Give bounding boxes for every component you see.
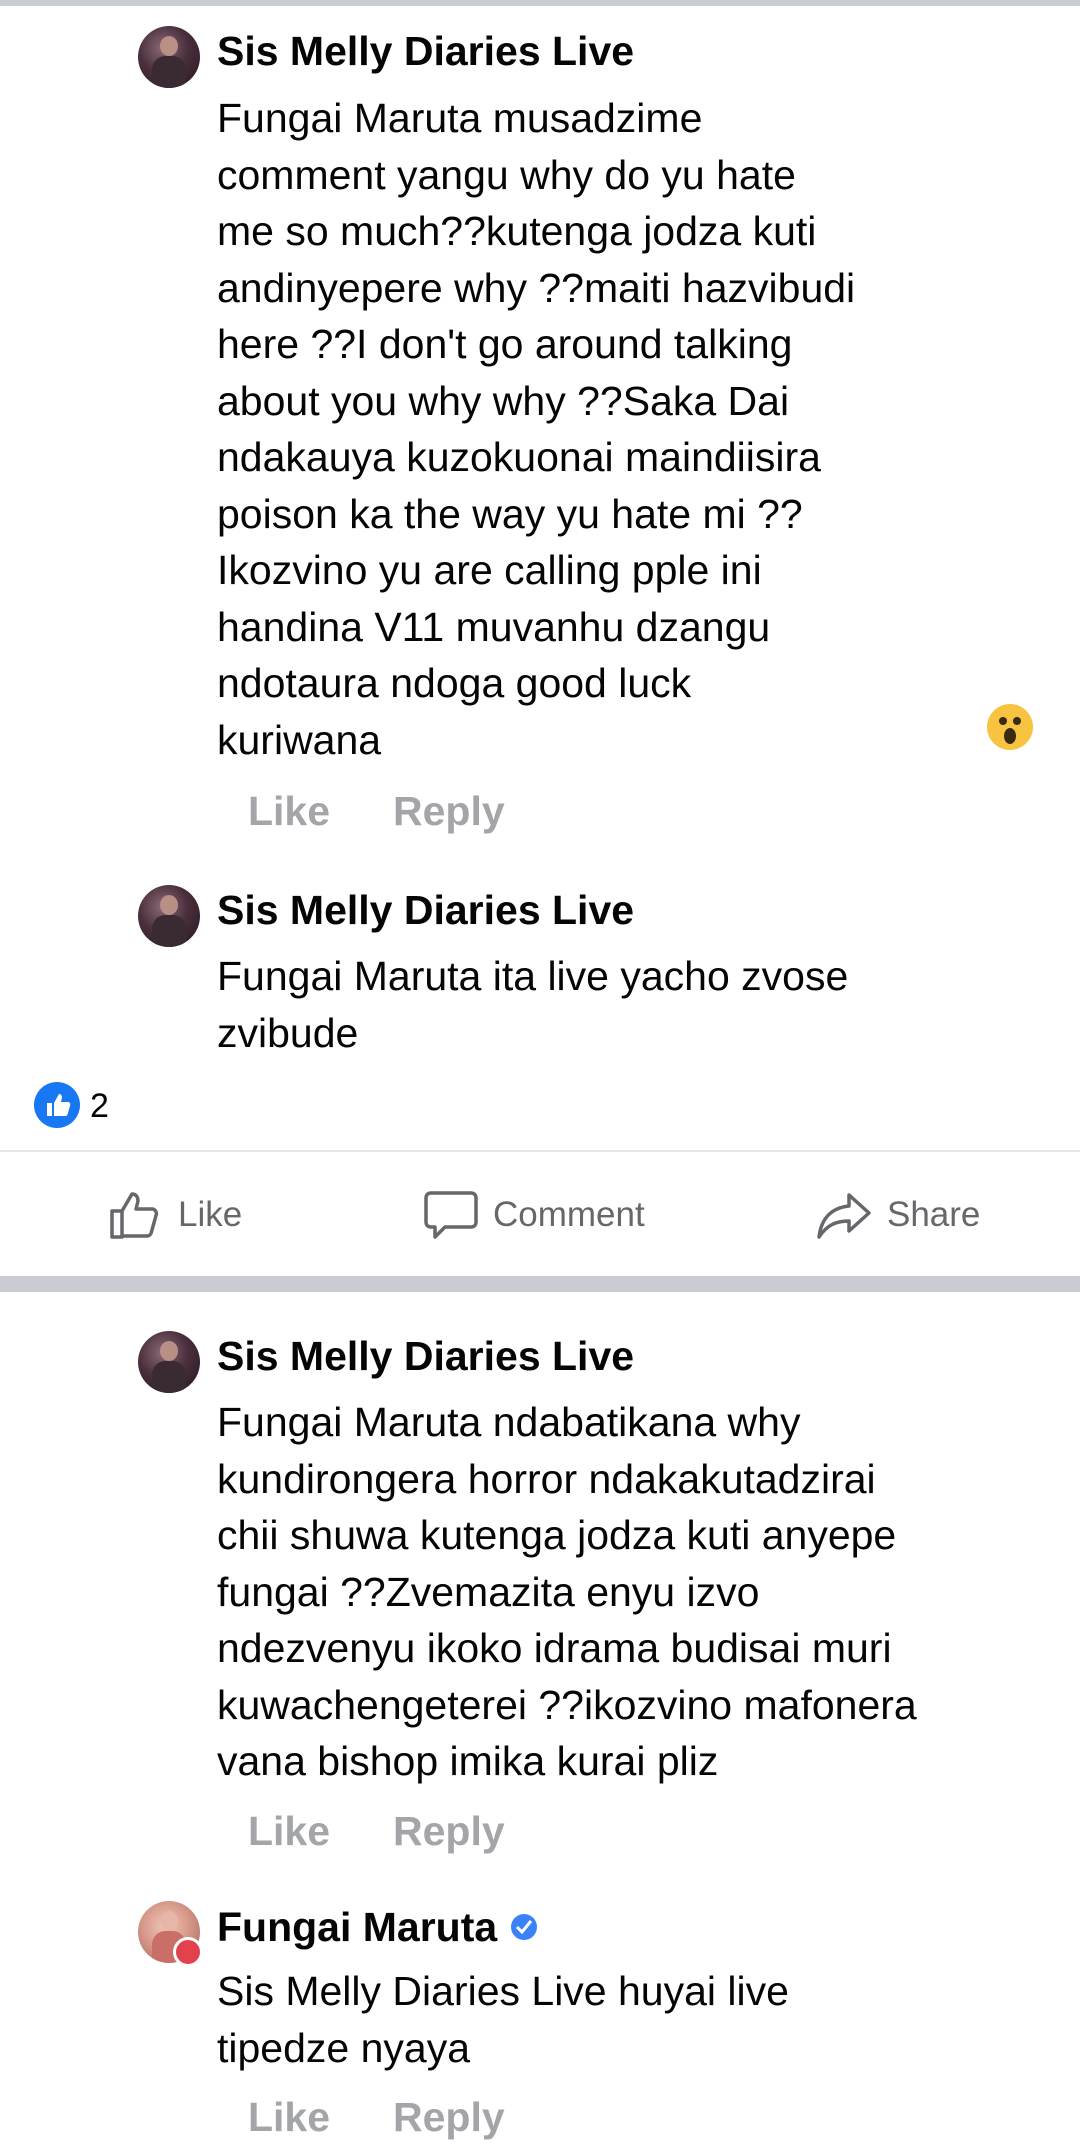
comment-text: Fungai Maruta ndabatikana why kundironge…	[217, 1399, 917, 1784]
like-thumb-icon	[110, 1192, 159, 1239]
live-badge-icon	[173, 1937, 203, 1967]
like-button[interactable]: Like	[248, 2094, 330, 2140]
comment-text: Fungai Maruta musadzime comment yangu wh…	[217, 95, 856, 763]
author-name: Fungai Maruta	[217, 1904, 498, 1950]
avatar[interactable]	[138, 885, 200, 947]
reply-button[interactable]: Reply	[393, 788, 505, 834]
comment-author[interactable]: Sis Melly Diaries Live	[217, 1333, 634, 1379]
actions-divider	[0, 1150, 1080, 1152]
share-arrow-icon	[817, 1193, 871, 1239]
section-separator	[0, 1276, 1080, 1292]
comment-label: Comment	[493, 1195, 645, 1234]
post-comment-button[interactable]: Comment	[423, 1190, 645, 1240]
like-reaction-icon[interactable]	[34, 1082, 80, 1128]
reaction-count[interactable]: 2	[90, 1086, 109, 1126]
like-label: Like	[178, 1195, 243, 1234]
like-button[interactable]: Like	[248, 1808, 330, 1854]
post-like-button[interactable]: Like	[108, 1190, 242, 1240]
reply-button[interactable]: Reply	[393, 2094, 505, 2140]
comment-author[interactable]: Sis Melly Diaries Live	[217, 887, 634, 933]
top-separator	[0, 0, 1080, 6]
comment-author[interactable]: Sis Melly Diaries Live	[217, 28, 634, 74]
verified-check-icon	[511, 1914, 538, 1941]
comment-text: Fungai Maruta ita live yacho zvose zvibu…	[217, 953, 849, 1056]
post-share-button[interactable]: Share	[815, 1190, 980, 1240]
comment-bubble-icon	[424, 1191, 478, 1239]
avatar[interactable]	[138, 26, 200, 88]
wow-emoji-icon	[987, 704, 1033, 750]
avatar[interactable]	[138, 1331, 200, 1393]
comment-author[interactable]: Fungai Maruta	[217, 1904, 538, 1950]
comment-text: Sis Melly Diaries Live huyai live tipedz…	[217, 1968, 789, 2071]
reply-button[interactable]: Reply	[393, 1808, 505, 1854]
like-button[interactable]: Like	[248, 788, 330, 834]
share-label: Share	[887, 1195, 981, 1234]
